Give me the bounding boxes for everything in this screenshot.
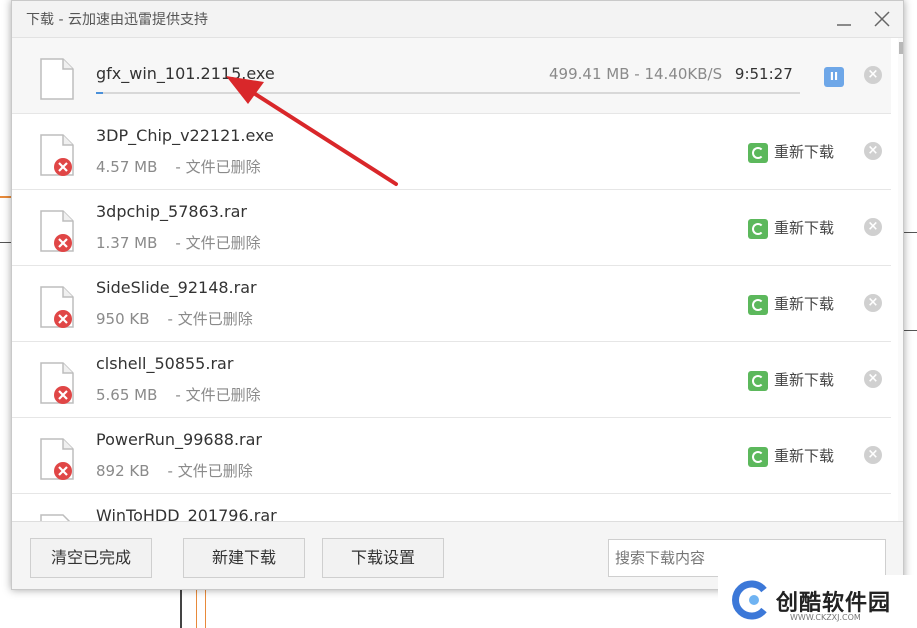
redownload-label: 重新下载	[774, 295, 835, 313]
file-meta: 950 KB - 文件已删除	[96, 308, 253, 329]
redownload-button[interactable]: 重新下载	[748, 293, 834, 315]
minimize-icon	[837, 24, 851, 26]
file-name: PowerRun_99688.rar	[96, 430, 262, 449]
download-list: gfx_win_101.2115.exe 499.41 MB - 14.40KB…	[12, 38, 891, 521]
refresh-icon	[748, 370, 768, 391]
search-input[interactable]	[608, 539, 886, 577]
file-size: 499.41 MB	[549, 65, 630, 83]
refresh-icon	[748, 218, 768, 239]
file-name: gfx_win_101.2115.exe	[96, 64, 275, 83]
refresh-icon	[748, 446, 768, 467]
file-icon	[40, 58, 74, 100]
progress-bar	[96, 92, 800, 94]
remove-button[interactable]: ×	[864, 66, 882, 84]
file-status: - 文件已删除	[167, 462, 253, 480]
download-row[interactable]: 3DP_Chip_v22121.exe 4.57 MB - 文件已删除 重新下载 …	[12, 114, 891, 190]
remove-icon: ×	[867, 371, 879, 386]
download-row[interactable]: clshell_50855.rar 5.65 MB - 文件已删除 重新下载 ×	[12, 342, 891, 418]
file-meta: 5.65 MB - 文件已删除	[96, 384, 261, 405]
file-error-icon	[40, 134, 74, 176]
background-line	[196, 590, 197, 628]
redownload-label: 重新下载	[774, 371, 835, 389]
separator: -	[634, 65, 645, 83]
file-size: 5.65 MB	[96, 386, 158, 404]
remove-icon: ×	[867, 295, 879, 310]
background-line	[205, 590, 206, 628]
file-status: - 文件已删除	[175, 234, 261, 252]
remove-button[interactable]: ×	[864, 294, 882, 312]
file-error-icon	[40, 438, 74, 480]
file-status: - 文件已删除	[167, 310, 253, 328]
remove-button[interactable]: ×	[864, 370, 882, 388]
file-status: - 文件已删除	[175, 386, 261, 404]
redownload-label: 重新下载	[774, 143, 835, 161]
background-line	[180, 590, 182, 628]
clear-completed-button[interactable]: 清空已完成	[30, 538, 152, 578]
file-icon	[40, 514, 71, 521]
watermark: 创酷软件园 WWW.CKZXJ.COM	[718, 575, 917, 628]
download-speed: 14.40KB/S	[644, 65, 723, 83]
watermark-url: WWW.CKZXJ.COM	[790, 613, 861, 622]
scrollbar-thumb[interactable]	[899, 42, 903, 54]
time-remaining: 9:51:27	[734, 65, 793, 83]
redownload-label: 重新下载	[774, 219, 835, 237]
download-settings-button[interactable]: 下载设置	[322, 538, 444, 578]
file-name: 3DP_Chip_v22121.exe	[96, 126, 274, 145]
download-row[interactable]: PowerRun_99688.rar 892 KB - 文件已删除 重新下载 ×	[12, 418, 891, 494]
remove-button[interactable]: ×	[864, 446, 882, 464]
file-error-icon	[40, 362, 74, 404]
new-download-button[interactable]: 新建下载	[183, 538, 305, 578]
download-row[interactable]: WinToHDD_201796.rar	[12, 494, 891, 521]
download-row-active[interactable]: gfx_win_101.2115.exe 499.41 MB - 14.40KB…	[12, 38, 891, 114]
file-error-icon	[40, 286, 74, 328]
redownload-button[interactable]: 重新下载	[748, 369, 834, 391]
window-title: 下载 - 云加速由迅雷提供支持	[26, 12, 208, 28]
redownload-button[interactable]: 重新下载	[748, 217, 834, 239]
close-button[interactable]	[867, 5, 897, 33]
background-line	[0, 196, 11, 198]
file-size: 4.57 MB	[96, 158, 158, 176]
background-line	[904, 232, 917, 233]
redownload-button[interactable]: 重新下载	[748, 141, 834, 163]
file-status: - 文件已删除	[175, 158, 261, 176]
watermark-logo-icon	[732, 580, 767, 620]
file-meta: 892 KB - 文件已删除	[96, 460, 253, 481]
download-window: 下载 - 云加速由迅雷提供支持 gfx_win_101.2115.exe 499…	[11, 0, 904, 590]
file-size: 950 KB	[96, 310, 150, 328]
file-error-icon	[40, 210, 74, 252]
remove-button[interactable]: ×	[864, 218, 882, 236]
file-name: 3dpchip_57863.rar	[96, 202, 247, 221]
file-meta: 1.37 MB - 文件已删除	[96, 232, 261, 253]
download-row[interactable]: SideSlide_92148.rar 950 KB - 文件已删除 重新下载 ×	[12, 266, 891, 342]
redownload-button[interactable]: 重新下载	[748, 445, 834, 467]
file-name: WinToHDD_201796.rar	[96, 506, 277, 521]
file-size: 892 KB	[96, 462, 150, 480]
remove-icon: ×	[867, 67, 879, 82]
refresh-icon	[748, 294, 768, 315]
file-meta: 4.57 MB - 文件已删除	[96, 156, 261, 177]
close-icon	[874, 11, 890, 27]
pause-icon: II	[829, 70, 839, 83]
remove-icon: ×	[867, 447, 879, 462]
remove-icon: ×	[867, 219, 879, 234]
file-name: clshell_50855.rar	[96, 354, 234, 373]
file-name: SideSlide_92148.rar	[96, 278, 257, 297]
remove-icon: ×	[867, 143, 879, 158]
progress-info: 499.41 MB - 14.40KB/S 9:51:27	[549, 65, 793, 83]
file-size: 1.37 MB	[96, 234, 158, 252]
download-row[interactable]: 3dpchip_57863.rar 1.37 MB - 文件已删除 重新下载 ×	[12, 190, 891, 266]
redownload-label: 重新下载	[774, 447, 835, 465]
background-line	[0, 242, 11, 243]
background-line	[904, 330, 917, 331]
progress-fill	[96, 92, 104, 94]
remove-button[interactable]: ×	[864, 142, 882, 160]
refresh-icon	[748, 142, 768, 163]
pause-button[interactable]: II	[824, 67, 844, 87]
minimize-button[interactable]	[829, 5, 859, 33]
title-bar: 下载 - 云加速由迅雷提供支持	[12, 1, 903, 38]
scrollbar[interactable]	[898, 38, 903, 521]
